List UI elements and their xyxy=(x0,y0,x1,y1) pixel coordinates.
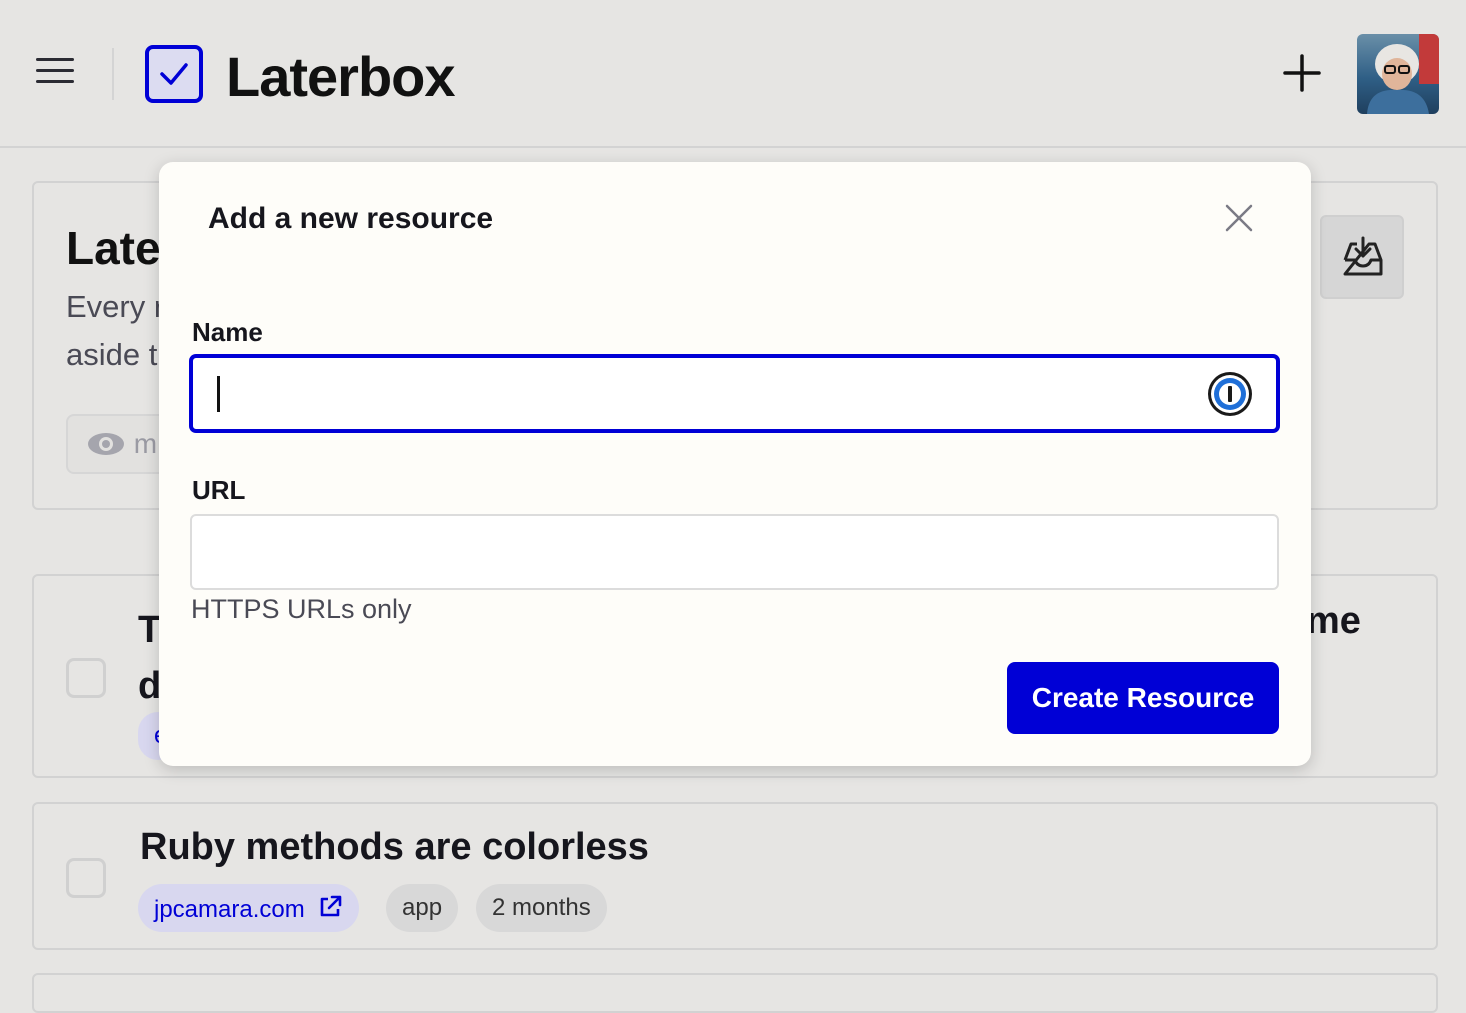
resource-title-end[interactable]: me xyxy=(1306,600,1361,643)
header-divider xyxy=(112,48,114,100)
add-resource-plus-icon[interactable] xyxy=(1281,52,1323,94)
close-icon[interactable] xyxy=(1219,198,1259,238)
name-label: Name xyxy=(192,317,263,347)
user-avatar[interactable] xyxy=(1357,34,1439,114)
resource-checkbox[interactable] xyxy=(66,658,106,698)
external-link-icon xyxy=(321,895,342,917)
name-input[interactable] xyxy=(190,355,1279,432)
resource-card: Ruby methods are colorless jpcamara.com … xyxy=(32,802,1438,950)
inbox-download-icon xyxy=(1343,236,1383,276)
add-resource-modal: Add a new resource Name URL HTTPS URLs o… xyxy=(159,162,1311,766)
create-resource-button[interactable]: Create Resource xyxy=(1007,662,1279,734)
top-bar: Laterbox xyxy=(0,0,1466,148)
resource-title[interactable]: Ruby methods are colorless xyxy=(140,826,649,869)
view-toggle-label: m xyxy=(133,428,158,459)
app-title[interactable]: Laterbox xyxy=(226,44,455,109)
url-label: URL xyxy=(192,475,246,505)
resource-domain: jpcamara.com xyxy=(154,896,305,923)
hamburger-menu-icon[interactable] xyxy=(36,58,76,92)
resource-tag[interactable]: app xyxy=(386,884,459,932)
url-input[interactable] xyxy=(190,514,1279,590)
intro-title: Late xyxy=(66,222,161,274)
text-caret xyxy=(217,376,220,412)
resource-checkbox[interactable] xyxy=(66,858,106,898)
password-manager-icon[interactable] xyxy=(1206,370,1254,418)
resource-domain-link[interactable]: jpcamara.com xyxy=(138,884,360,932)
logo-checkbox-icon[interactable] xyxy=(145,45,203,103)
modal-title: Add a new resource xyxy=(208,202,494,235)
resource-card xyxy=(32,973,1438,1013)
url-hint: HTTPS URLs only xyxy=(191,594,412,624)
resource-age: 2 months xyxy=(476,884,607,932)
inbox-button[interactable] xyxy=(1320,215,1404,299)
